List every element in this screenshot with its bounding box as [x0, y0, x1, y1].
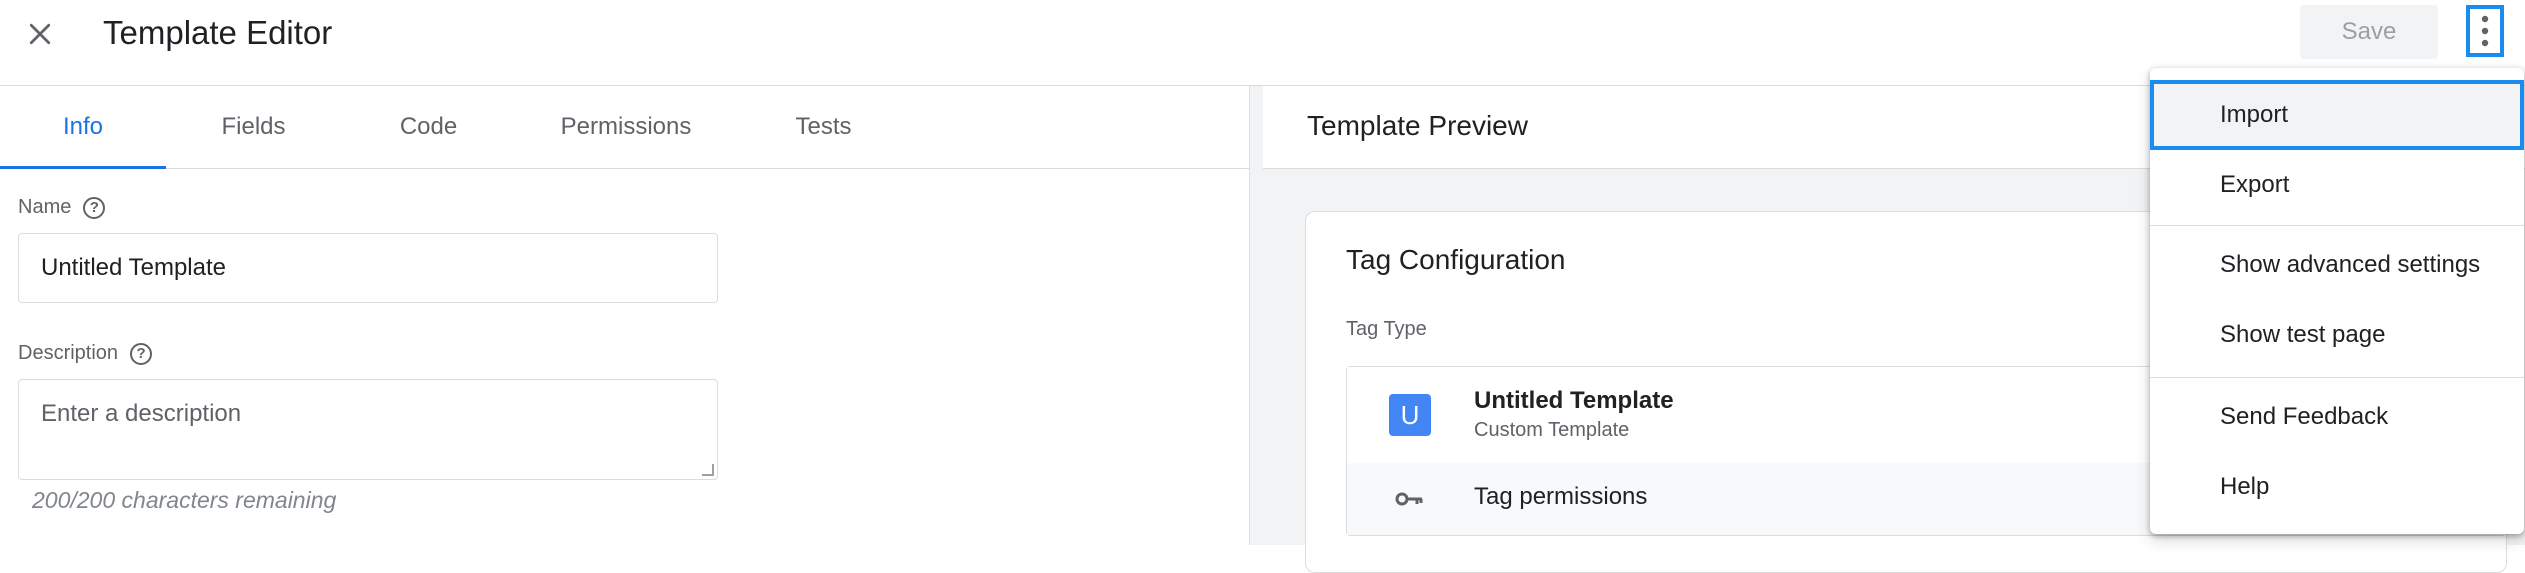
template-badge: U	[1389, 394, 1431, 436]
menu-item-import[interactable]: Import	[2150, 80, 2524, 150]
menu-item-help[interactable]: Help	[2150, 452, 2524, 522]
overflow-menu: Import Export Show advanced settings Sho…	[2150, 68, 2524, 534]
name-input[interactable]: Untitled Template	[18, 233, 718, 303]
menu-divider	[2150, 225, 2524, 226]
close-icon	[29, 23, 51, 45]
help-icon[interactable]: ?	[83, 196, 106, 219]
pane-divider[interactable]	[1250, 86, 1263, 545]
editor-pane: Info Fields Code Permissions Tests Name …	[0, 86, 1250, 545]
top-bar: Template Editor Save	[0, 0, 2525, 86]
menu-item-advanced-settings[interactable]: Show advanced settings	[2150, 230, 2524, 300]
tab-fields[interactable]: Fields	[166, 86, 341, 168]
more-options-button[interactable]	[2466, 5, 2504, 57]
menu-item-send-feedback[interactable]: Send Feedback	[2150, 382, 2524, 452]
card-title: Tag Configuration	[1346, 244, 1566, 275]
name-label: Name	[18, 196, 72, 218]
tag-type-label: Tag Type	[1346, 318, 1427, 340]
description-input[interactable]: Enter a description	[18, 379, 718, 480]
name-label-row: Name ?	[18, 196, 106, 219]
char-count: 200/200 characters remaining	[32, 487, 337, 513]
description-placeholder: Enter a description	[41, 400, 242, 427]
resize-handle[interactable]	[702, 464, 714, 476]
permissions-label: Tag permissions	[1474, 483, 1648, 510]
preview-title: Template Preview	[1307, 110, 1528, 141]
page-title: Template Editor	[103, 14, 333, 51]
key-icon	[1395, 487, 1425, 511]
tab-permissions[interactable]: Permissions	[516, 86, 736, 168]
tab-bar: Info Fields Code Permissions Tests	[0, 86, 1249, 169]
tab-code[interactable]: Code	[341, 86, 516, 168]
close-button[interactable]	[14, 8, 66, 60]
tag-name: Untitled Template	[1474, 387, 1674, 414]
menu-item-export[interactable]: Export	[2150, 150, 2524, 220]
more-vert-icon	[2481, 15, 2489, 47]
tab-info[interactable]: Info	[0, 86, 166, 169]
tag-subtitle: Custom Template	[1474, 419, 1630, 441]
description-label-row: Description ?	[18, 342, 153, 365]
tab-tests[interactable]: Tests	[736, 86, 911, 168]
save-button[interactable]: Save	[2300, 5, 2438, 59]
help-icon[interactable]: ?	[130, 342, 153, 365]
menu-item-test-page[interactable]: Show test page	[2150, 300, 2524, 370]
menu-divider	[2150, 377, 2524, 378]
description-label: Description	[18, 342, 119, 364]
